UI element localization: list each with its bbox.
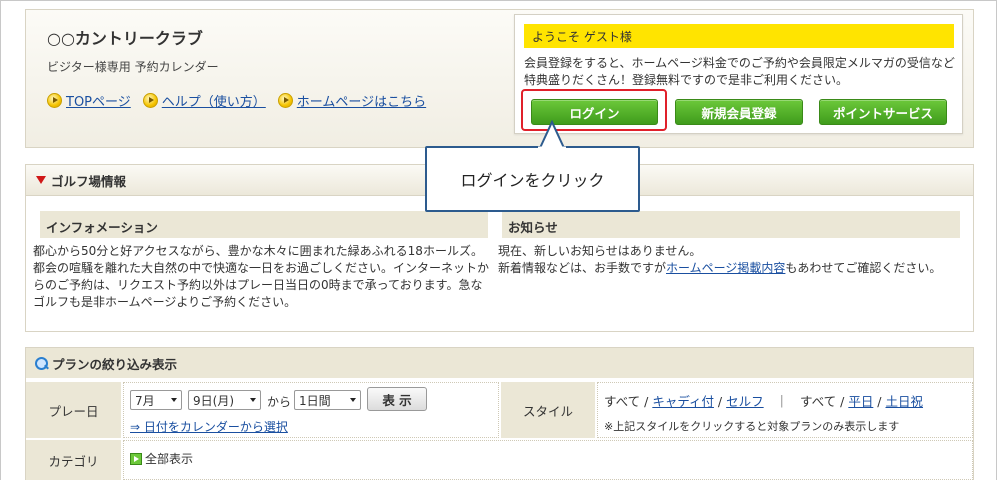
style-self-link[interactable]: セルフ (726, 394, 764, 409)
arrow-bullet-icon (142, 93, 158, 108)
news-line-2-pre: 新着情報などは、お手数ですが (498, 261, 667, 275)
style-holiday-link[interactable]: 土日祝 (886, 394, 924, 409)
show-button[interactable]: 表 示 (367, 387, 427, 411)
welcome-text: 会員登録をすると、ホームページ料金でのご予約や会員限定メルマガの受信など特典盛り… (524, 56, 955, 87)
plan-filter-header: プランの絞り込み表示 (26, 348, 973, 378)
news-text: 現在、新しいお知らせはありません。 新着情報などは、お手数ですがホームページ掲載… (498, 243, 968, 277)
top-links: TOPページ ヘルプ（使い方） ホームページはこちら (47, 91, 438, 110)
category-cell: 全部表示 (123, 440, 973, 480)
day-select[interactable]: 9日(月) (188, 390, 261, 410)
plan-filter-title: プランの絞り込み表示 (52, 356, 178, 372)
category-label: カテゴリ (26, 440, 121, 480)
homepage-link[interactable]: ホームページはこちら (277, 91, 426, 110)
page-subtitle: ビジター様専用 予約カレンダー (47, 60, 219, 74)
top-page-link-label[interactable]: TOPページ (66, 91, 131, 110)
callout-tail (538, 120, 566, 150)
welcome-title: ようこそ ゲスト様 (524, 24, 954, 48)
style-all-2[interactable]: すべて (800, 394, 836, 409)
style-caddie-link[interactable]: キャディ付 (652, 394, 714, 409)
style-options: すべて / キャディ付 / セルフ ｜ すべて / 平日 / 土日祝 (604, 394, 924, 409)
arrow-bullet-icon (277, 93, 293, 108)
help-link-label[interactable]: ヘルプ（使い方） (162, 91, 266, 110)
range-select[interactable]: 1日間 (294, 390, 361, 410)
information-heading: インフォメーション (40, 211, 488, 238)
top-page-link[interactable]: TOPページ (47, 91, 131, 110)
style-all-1[interactable]: すべて (604, 394, 640, 409)
news-line-2-post: もあわせてご確認ください。 (785, 261, 942, 275)
chevron-down-icon (171, 398, 177, 402)
golf-info-title: ゴルフ場情報 (51, 173, 127, 189)
club-name: ○○カントリークラブ (47, 29, 203, 48)
month-select[interactable]: 7月 (130, 390, 182, 410)
chevron-down-icon (350, 398, 356, 402)
news-line-2: 新着情報などは、お手数ですがホームページ掲載内容もあわせてご確認ください。 (498, 260, 968, 277)
category-all-label[interactable]: 全部表示 (145, 452, 193, 466)
style-cell: すべて / キャディ付 / セルフ ｜ すべて / 平日 / 土日祝 ※上記スタ… (597, 382, 973, 438)
chevron-down-icon (250, 398, 256, 402)
calendar-select-link[interactable]: ⇒ 日付をカレンダーから選択 (130, 418, 288, 435)
news-line-1: 現在、新しいお知らせはありません。 (498, 244, 702, 258)
homepage-content-link[interactable]: ホームページ掲載内容 (666, 261, 785, 275)
register-button[interactable]: 新規会員登録 (675, 99, 803, 125)
help-link[interactable]: ヘルプ（使い方） (142, 91, 266, 110)
play-date-label: プレー日 (26, 382, 121, 438)
style-weekday-link[interactable]: 平日 (848, 394, 873, 409)
style-label: スタイル (501, 382, 595, 438)
style-divider: ｜ (775, 394, 789, 409)
month-value: 7月 (135, 393, 155, 408)
point-service-button[interactable]: ポイントサービス (819, 99, 947, 125)
arrow-bullet-icon (47, 93, 62, 108)
style-note: ※上記スタイルをクリックすると対象プランのみ表示します (604, 420, 900, 433)
triangle-down-icon (36, 176, 46, 184)
play-date-cell: 7月 9日(月) から 1日間 表 示 ⇒ 日付をカレンダーから選択 (123, 382, 499, 438)
instruction-callout: ログインをクリック (425, 146, 640, 212)
from-label: から (267, 395, 292, 409)
range-value: 1日間 (299, 393, 331, 408)
play-bullet-icon (130, 453, 142, 465)
plan-filter-section: プランの絞り込み表示 プレー日 7月 9日(月) から 1日間 表 示 ⇒ 日付… (25, 347, 974, 480)
news-heading: お知らせ (502, 211, 960, 238)
information-text: 都心から50分と好アクセスながら、豊かな木々に囲まれた緑あふれる18ホールズ。都… (33, 244, 490, 309)
category-all-option[interactable]: 全部表示 (130, 450, 193, 467)
day-value: 9日(月) (193, 393, 234, 408)
search-icon (34, 356, 49, 371)
homepage-link-label[interactable]: ホームページはこちら (297, 91, 426, 110)
